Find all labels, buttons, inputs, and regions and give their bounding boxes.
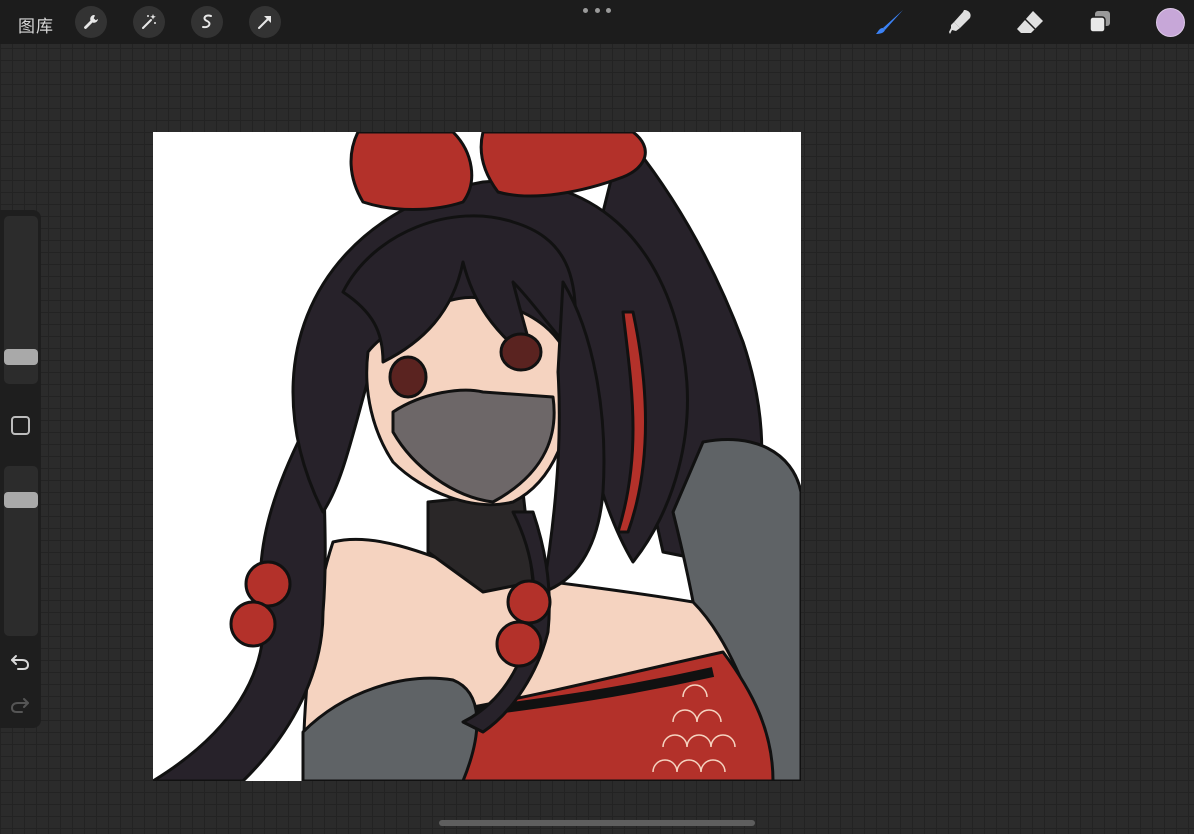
selection-button[interactable] — [191, 6, 223, 38]
left-sidebar — [0, 210, 41, 728]
eraser-button[interactable] — [1014, 6, 1046, 38]
opacity-thumb[interactable] — [4, 492, 38, 508]
artwork-illustration — [153, 132, 801, 781]
more-options-icon[interactable] — [583, 8, 611, 16]
gallery-button[interactable]: 图库 — [18, 12, 54, 37]
home-indicator[interactable] — [439, 820, 755, 826]
brush-icon — [876, 10, 903, 34]
smudge-button[interactable] — [944, 6, 976, 38]
color-picker-button[interactable] — [1156, 8, 1185, 37]
layers-icon — [1089, 11, 1110, 33]
brush-size-slider[interactable] — [4, 216, 38, 384]
selection-icon — [202, 14, 212, 29]
magic-wand-icon — [142, 14, 156, 29]
smudge-icon — [949, 10, 971, 34]
undo-icon[interactable] — [9, 651, 31, 673]
layers-button[interactable] — [1084, 6, 1116, 38]
redo-icon[interactable] — [9, 694, 31, 716]
brush-size-thumb[interactable] — [4, 349, 38, 365]
actions-button[interactable] — [75, 6, 107, 38]
opacity-slider[interactable] — [4, 466, 38, 636]
eraser-icon — [1017, 11, 1043, 33]
wrench-icon — [84, 15, 98, 29]
drawing-canvas[interactable] — [153, 132, 801, 781]
transform-arrow-icon — [258, 16, 271, 29]
brush-button[interactable] — [874, 6, 906, 38]
top-toolbar: 图库 — [0, 0, 1194, 44]
transform-button[interactable] — [249, 6, 281, 38]
adjustments-button[interactable] — [133, 6, 165, 38]
modify-button[interactable] — [11, 416, 30, 435]
